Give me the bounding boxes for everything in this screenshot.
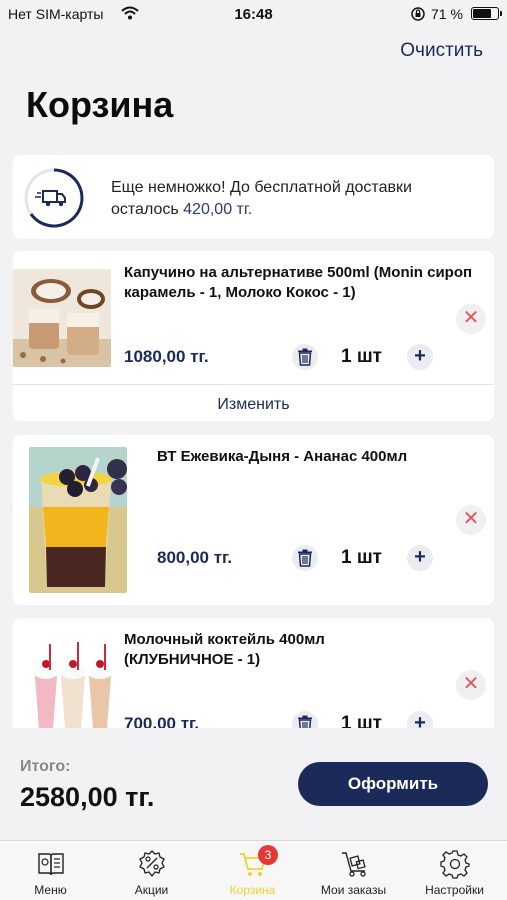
item-quantity: 1 шт [341, 547, 382, 568]
remove-item-button[interactable]: ✕ [456, 304, 486, 334]
trolley-icon [342, 852, 366, 877]
tab-label: Корзина [229, 883, 276, 897]
checkout-button[interactable]: Оформить [298, 762, 488, 806]
delivery-remaining-amount: 420,00 тг. [183, 201, 253, 218]
tab-label: Меню [34, 883, 67, 897]
product-image [13, 269, 111, 367]
battery-icon [471, 7, 502, 20]
free-delivery-card: Еще немножко! До бесплатной доставки ост… [13, 155, 494, 239]
page-title: Корзина [26, 84, 174, 125]
item-name: Молочный коктейль 400мл (КЛУБНИЧНОЕ - 1) [124, 631, 325, 668]
gear-icon [440, 850, 470, 879]
rotation-lock-icon [410, 6, 426, 27]
increase-quantity-button[interactable]: + [407, 344, 433, 370]
trash-icon[interactable] [292, 545, 318, 571]
increase-quantity-button[interactable]: + [407, 545, 433, 571]
item-price: 800,00 тг. [157, 548, 233, 567]
delivery-truck-icon [23, 167, 85, 229]
product-image [29, 636, 117, 736]
checkout-bar: Итого: 2580,00 тг. Оформить [0, 728, 507, 840]
total-value: 2580,00 тг. [20, 782, 155, 812]
cart-count-badge: 3 [258, 845, 278, 865]
edit-item-button[interactable]: Изменить [13, 384, 494, 421]
tab-cart[interactable]: 3 Корзина [202, 841, 303, 900]
tab-bar: Меню Акции 3 Корзина Мои заказы Настройк… [0, 840, 507, 900]
tab-my-orders[interactable]: Мои заказы [303, 841, 404, 900]
tab-menu[interactable]: Меню [0, 841, 101, 900]
delivery-message-text: Еще немножко! До бесплатной доставки ост… [111, 179, 412, 218]
item-quantity: 1 шт [341, 346, 382, 367]
status-bar: Нет SIM-карты 16:48 71 % [0, 0, 507, 30]
product-image [29, 447, 127, 593]
delivery-message: Еще немножко! До бесплатной доставки ост… [111, 177, 481, 221]
trash-icon[interactable] [292, 344, 318, 370]
cart-item: Капучино на альтернативе 500ml (Monin си… [13, 251, 494, 421]
remove-item-button[interactable]: ✕ [456, 670, 486, 700]
tab-label: Настройки [425, 883, 484, 897]
clear-cart-button[interactable]: Очистить [400, 40, 483, 62]
cart-item: ВТ Ежевика-Дыня - Ананас 400мл 800,00 тг… [13, 435, 494, 605]
total-label: Итого: [20, 758, 71, 775]
menu-book-icon [38, 853, 64, 876]
tab-label: Мои заказы [320, 883, 387, 897]
item-name: Капучино на альтернативе 500ml (Monin си… [124, 264, 473, 301]
tab-promotions[interactable]: Акции [101, 841, 202, 900]
remove-item-button[interactable]: ✕ [456, 505, 486, 535]
item-name: ВТ Ежевика-Дыня - Ананас 400мл [157, 448, 408, 465]
item-price: 1080,00 тг. [124, 347, 209, 366]
tab-label: Акции [134, 883, 169, 897]
battery-percent: 71 % [431, 6, 463, 22]
tab-settings[interactable]: Настройки [404, 841, 505, 900]
discount-icon [139, 850, 165, 878]
